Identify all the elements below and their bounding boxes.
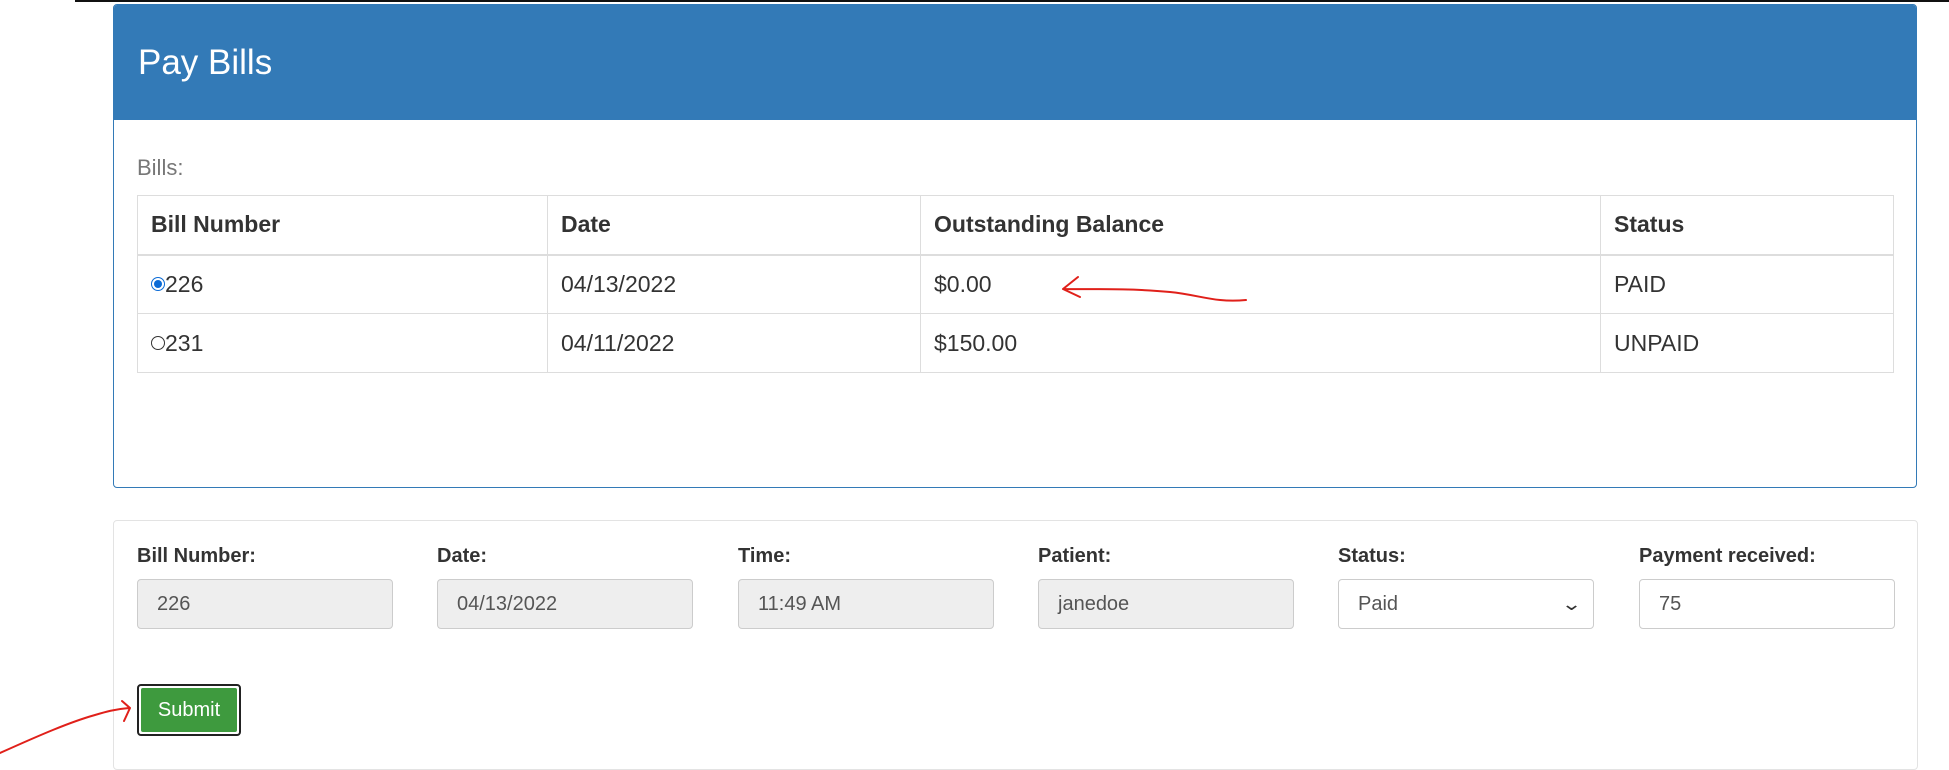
bill-number-label: Bill Number: [137, 545, 256, 567]
bill-radio-231[interactable] [151, 335, 165, 350]
top-border-line [75, 0, 1949, 2]
status-field: Status: Paid ⌄ [1338, 545, 1594, 629]
table-row[interactable]: 231 04/11/2022 $150.00 UNPAID [137, 313, 1894, 373]
bill-number-cell[interactable]: 226 [137, 254, 548, 314]
bill-number-value: 226 [165, 270, 204, 297]
bill-status-cell: PAID [1600, 254, 1894, 314]
status-select[interactable]: Paid ⌄ [1338, 579, 1594, 629]
patient-input[interactable]: janedoe [1038, 579, 1294, 629]
bill-balance-cell: $150.00 [920, 313, 1601, 373]
submit-button[interactable]: Submit [137, 684, 241, 736]
bill-radio-226[interactable] [151, 276, 165, 291]
patient-field: Patient: janedoe [1038, 545, 1294, 629]
time-label: Time: [738, 545, 791, 567]
bill-status-cell: UNPAID [1600, 313, 1894, 373]
payment-received-label: Payment received: [1639, 545, 1816, 567]
bill-date-cell: 04/11/2022 [547, 313, 921, 373]
payment-received-field: Payment received: 75 [1639, 545, 1895, 629]
patient-label: Patient: [1038, 545, 1112, 567]
bill-number-input[interactable]: 226 [137, 579, 393, 629]
bill-number-cell[interactable]: 231 [137, 313, 548, 373]
bill-number-value: 231 [165, 329, 204, 356]
date-label: Date: [437, 545, 488, 567]
table-row[interactable]: 226 04/13/2022 $0.00 PAID [137, 254, 1894, 314]
bills-table: Bill Number Date Outstanding Balance Sta… [137, 195, 1894, 373]
status-select-value: Paid [1358, 592, 1399, 615]
payment-received-input[interactable]: 75 [1639, 579, 1895, 629]
header-status: Status [1600, 195, 1894, 256]
submit-button-label: Submit [141, 688, 237, 732]
bills-label: Bills: [137, 155, 184, 180]
time-input[interactable]: 11:49 AM [738, 579, 994, 629]
panel-title: Pay Bills [114, 5, 1916, 120]
date-field: Date: 04/13/2022 [437, 545, 693, 629]
header-date: Date [547, 195, 921, 256]
submit-annotation-arrow [0, 700, 131, 754]
bill-balance-cell: $0.00 [920, 254, 1601, 314]
time-field: Time: 11:49 AM [738, 545, 994, 629]
date-input[interactable]: 04/13/2022 [437, 579, 693, 629]
pay-bills-panel: Pay Bills Bills: Bill Number Date Outsta… [113, 4, 1917, 488]
table-header-row: Bill Number Date Outstanding Balance Sta… [137, 195, 1894, 256]
bill-number-field: Bill Number: 226 [137, 545, 393, 629]
header-bill-number: Bill Number [137, 195, 548, 256]
status-label: Status: [1338, 545, 1406, 567]
chevron-down-icon: ⌄ [1560, 593, 1583, 614]
bill-date-cell: 04/13/2022 [547, 254, 921, 314]
header-outstanding-balance: Outstanding Balance [920, 195, 1601, 256]
